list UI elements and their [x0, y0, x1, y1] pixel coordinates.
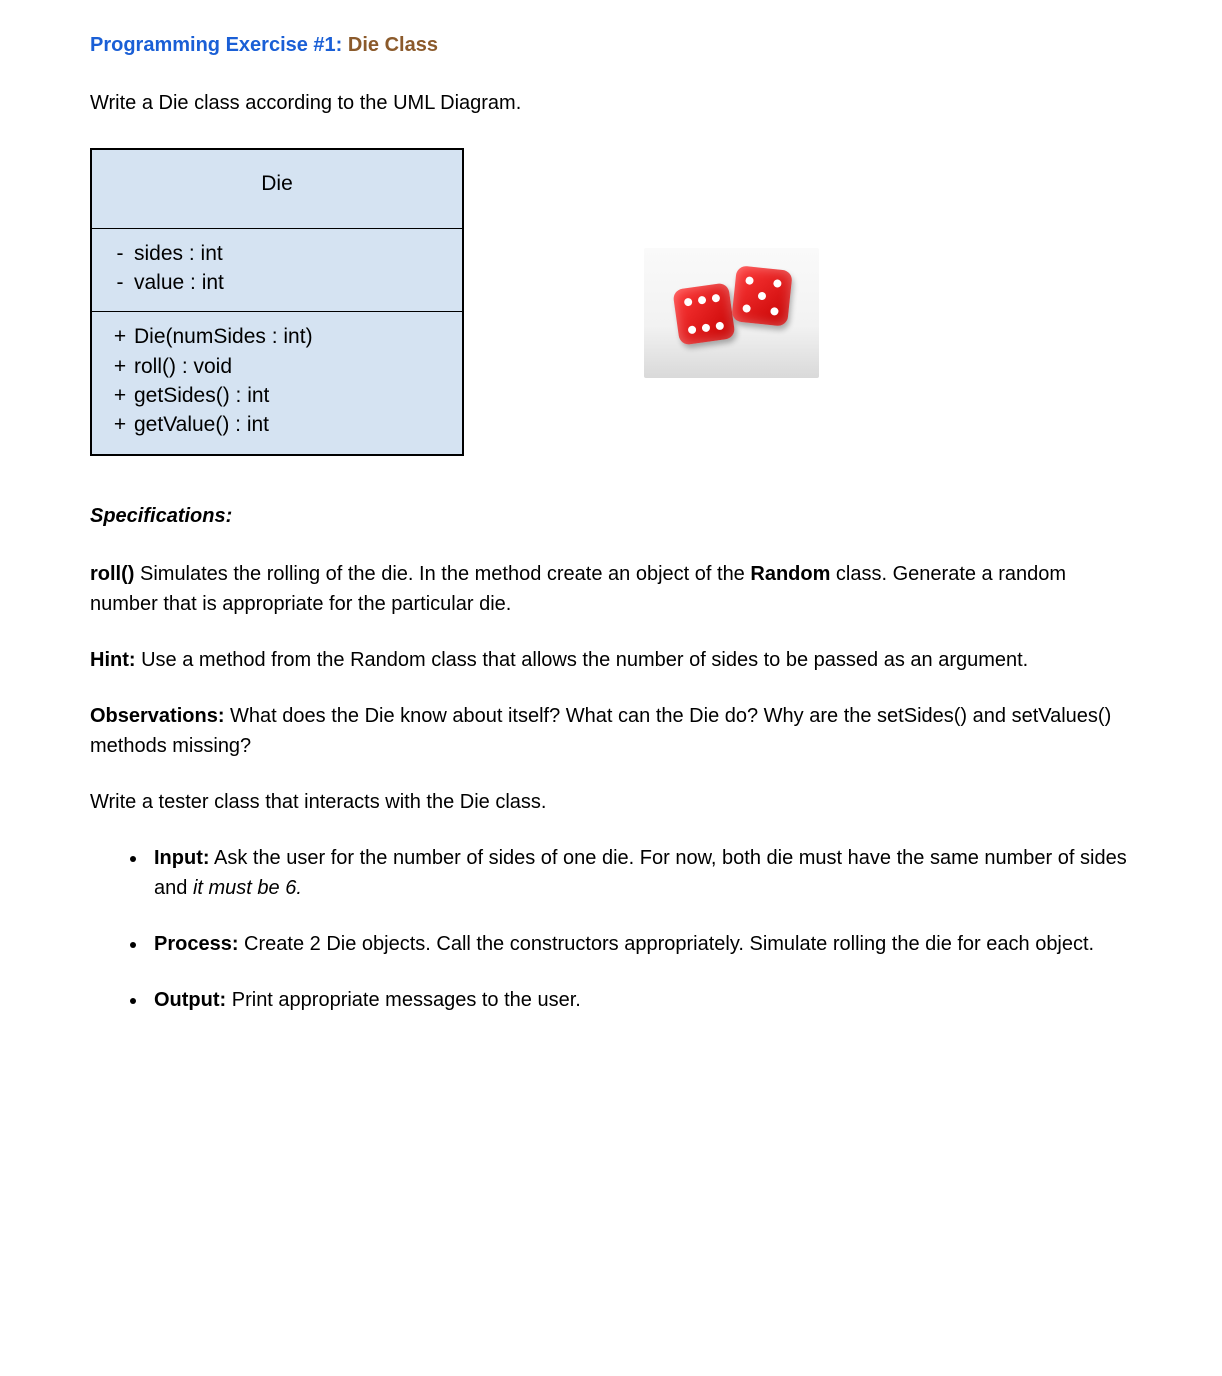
- task-text: Create 2 Die objects. Call the construct…: [239, 933, 1095, 955]
- list-item: Output: Print appropriate messages to th…: [148, 985, 1132, 1015]
- uml-method-row: + getSides() : int: [106, 381, 448, 410]
- observations-label: Observations:: [90, 705, 224, 727]
- die-icon: [672, 282, 735, 345]
- dice-image-wrap: [644, 248, 819, 378]
- signature: sides : int: [134, 239, 448, 268]
- task-label: Process:: [154, 933, 239, 955]
- intro-text: Write a Die class according to the UML D…: [90, 88, 1132, 118]
- visibility: +: [106, 410, 134, 439]
- title-prefix: Programming Exercise #1:: [90, 34, 348, 56]
- uml-diagram: Die - sides : int - value : int + Die(nu…: [90, 148, 464, 456]
- uml-methods: + Die(numSides : int) + roll() : void + …: [92, 312, 462, 454]
- uml-method-row: + getValue() : int: [106, 410, 448, 439]
- die-icon: [731, 265, 793, 327]
- uml-attributes: - sides : int - value : int: [92, 229, 462, 313]
- uml-method-row: + Die(numSides : int): [106, 322, 448, 351]
- uml-attribute-row: - sides : int: [106, 239, 448, 268]
- uml-class-name: Die: [92, 150, 462, 229]
- observations-paragraph: Observations: What does the Die know abo…: [90, 701, 1132, 761]
- signature: Die(numSides : int): [134, 322, 448, 351]
- signature: value : int: [134, 268, 448, 297]
- task-italic: it must be 6.: [193, 877, 302, 899]
- task-text: Print appropriate messages to the user.: [226, 989, 581, 1011]
- specifications-heading: Specifications:: [90, 501, 1132, 531]
- visibility: -: [106, 239, 134, 268]
- uml-attribute-row: - value : int: [106, 268, 448, 297]
- hint-label: Hint:: [90, 649, 136, 671]
- title-class: Die Class: [348, 34, 438, 56]
- list-item: Input: Ask the user for the number of si…: [148, 843, 1132, 903]
- hint-text: Use a method from the Random class that …: [136, 649, 1029, 671]
- roll-label: roll(): [90, 563, 134, 585]
- task-label: Output:: [154, 989, 226, 1011]
- roll-paragraph: roll() Simulates the rolling of the die.…: [90, 559, 1132, 619]
- visibility: +: [106, 352, 134, 381]
- exercise-title: Programming Exercise #1: Die Class: [90, 30, 1132, 60]
- visibility: +: [106, 322, 134, 351]
- signature: getSides() : int: [134, 381, 448, 410]
- signature: roll() : void: [134, 352, 448, 381]
- random-label: Random: [750, 563, 830, 585]
- roll-text-a: Simulates the rolling of the die. In the…: [134, 563, 750, 585]
- tester-paragraph: Write a tester class that interacts with…: [90, 787, 1132, 817]
- visibility: +: [106, 381, 134, 410]
- task-list: Input: Ask the user for the number of si…: [90, 843, 1132, 1015]
- list-item: Process: Create 2 Die objects. Call the …: [148, 929, 1132, 959]
- uml-method-row: + roll() : void: [106, 352, 448, 381]
- uml-and-image-row: Die - sides : int - value : int + Die(nu…: [90, 148, 1132, 456]
- visibility: -: [106, 268, 134, 297]
- signature: getValue() : int: [134, 410, 448, 439]
- observations-text: What does the Die know about itself? Wha…: [90, 705, 1111, 757]
- dice-image: [644, 248, 819, 378]
- hint-paragraph: Hint: Use a method from the Random class…: [90, 645, 1132, 675]
- task-label: Input:: [154, 847, 210, 869]
